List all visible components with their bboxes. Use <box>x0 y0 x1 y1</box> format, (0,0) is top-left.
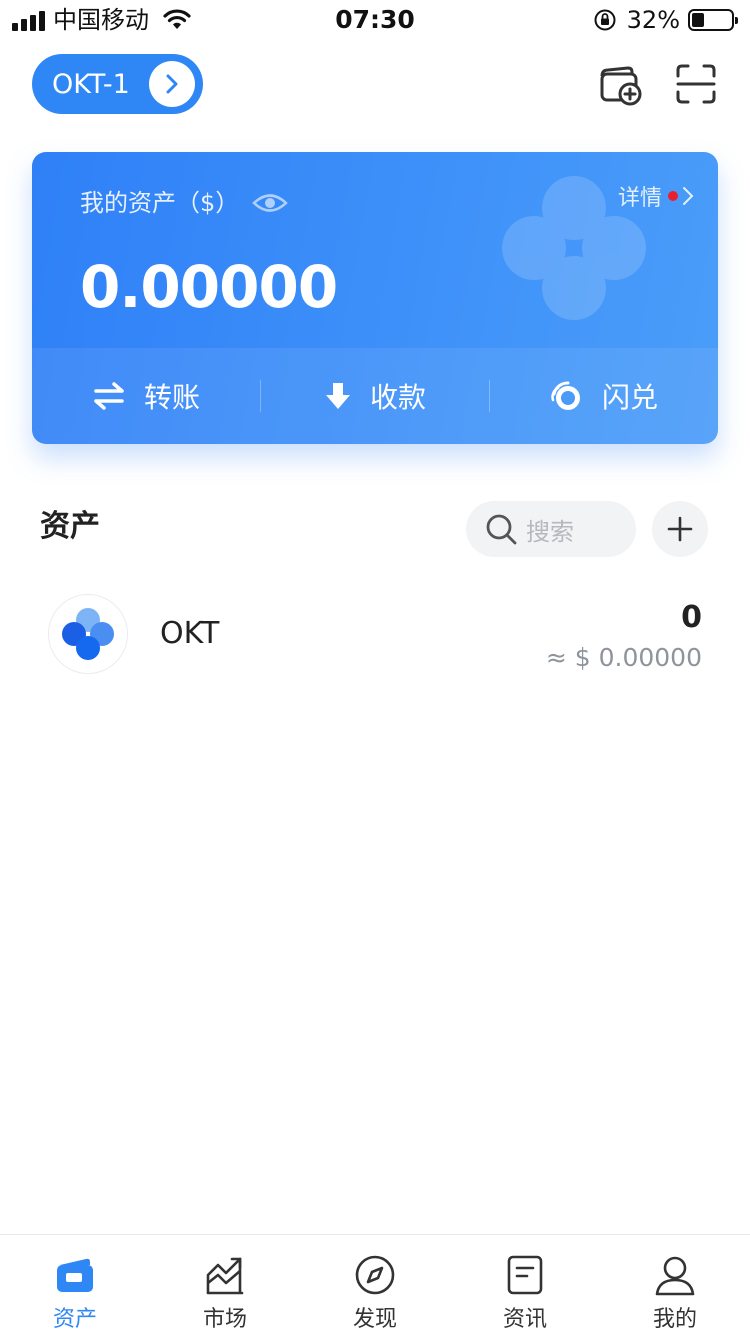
search-input[interactable]: 搜索 <box>466 501 636 557</box>
notification-dot <box>668 191 678 201</box>
eye-icon[interactable] <box>252 188 288 218</box>
receive-label: 收款 <box>369 381 426 414</box>
card-actions: 转账 收款 闪兑 <box>32 348 718 444</box>
swap-icon <box>550 380 584 412</box>
add-wallet-icon[interactable] <box>598 62 644 108</box>
transfer-label: 转账 <box>143 381 200 414</box>
token-row-okt[interactable]: OKT 0 ≈ $ 0.00000 <box>0 590 750 680</box>
receive-button[interactable]: 收款 <box>261 348 489 444</box>
scan-icon[interactable] <box>674 62 718 106</box>
add-token-button[interactable] <box>652 501 708 557</box>
asset-card-title: 我的资产（$） <box>80 189 240 217</box>
search-icon <box>486 514 517 545</box>
tab-label: 发现 <box>352 1307 397 1332</box>
battery-icon <box>688 9 738 31</box>
tab-bar: 资产 市场 发现 资讯 我的 <box>0 1234 750 1334</box>
wallet-icon <box>54 1253 96 1297</box>
details-link[interactable]: 详情 <box>618 180 694 212</box>
tab-market[interactable]: 市场 <box>150 1235 300 1334</box>
profile-icon <box>654 1253 696 1297</box>
token-name: OKT <box>160 616 220 651</box>
plus-icon <box>667 516 693 542</box>
asset-card: 我的资产（$） 详情 0.00000 转账 收款 闪兑 <box>32 152 718 444</box>
news-icon <box>505 1253 545 1297</box>
receive-icon <box>324 381 352 411</box>
search-placeholder: 搜索 <box>526 517 574 546</box>
okt-logo-icon <box>48 594 128 674</box>
assets-section-title: 资产 <box>40 509 100 544</box>
chevron-right-icon <box>149 61 195 107</box>
wallet-name: OKT-1 <box>52 68 130 100</box>
market-icon <box>204 1253 246 1297</box>
swap-label: 闪兑 <box>601 381 658 414</box>
tab-discover[interactable]: 发现 <box>300 1235 450 1334</box>
tab-label: 资产 <box>52 1307 97 1332</box>
tab-assets[interactable]: 资产 <box>0 1235 150 1334</box>
rotation-lock-icon <box>594 9 616 31</box>
tab-news[interactable]: 资讯 <box>450 1235 600 1334</box>
tab-label: 我的 <box>652 1307 697 1332</box>
details-label: 详情 <box>617 186 662 211</box>
status-right: 32% <box>593 6 738 34</box>
token-amount: 0 <box>681 600 702 635</box>
balance-amount: 0.00000 <box>80 253 338 321</box>
compass-icon <box>354 1253 396 1297</box>
chevron-right-icon <box>683 187 694 205</box>
token-value: ≈ $ 0.00000 <box>545 643 702 672</box>
swap-button[interactable]: 闪兑 <box>490 348 718 444</box>
transfer-button[interactable]: 转账 <box>32 348 260 444</box>
battery-percent: 32% <box>626 6 680 34</box>
tab-profile[interactable]: 我的 <box>600 1235 750 1334</box>
wallet-switcher[interactable]: OKT-1 <box>32 54 203 114</box>
transfer-icon <box>92 382 126 410</box>
tab-label: 资讯 <box>502 1307 547 1332</box>
tab-label: 市场 <box>202 1307 247 1332</box>
status-bar: 中国移动 07:30 32% <box>0 0 750 40</box>
